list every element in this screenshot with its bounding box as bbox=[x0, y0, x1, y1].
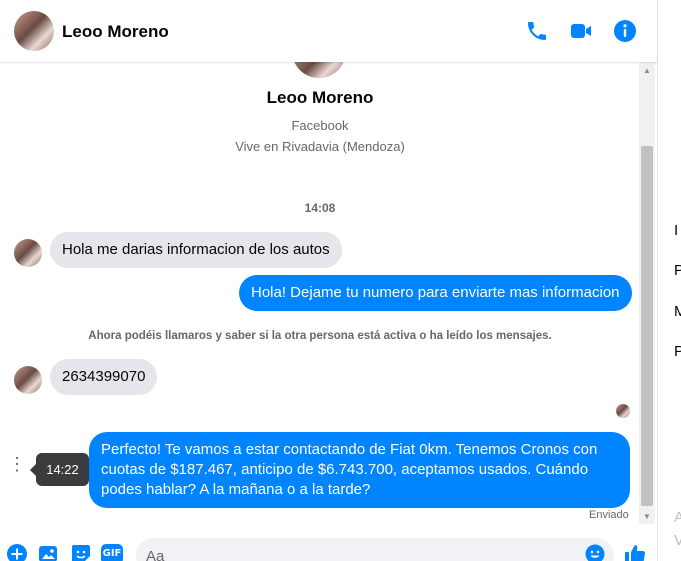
contact-name[interactable]: Leoo Moreno bbox=[62, 22, 169, 42]
phone-icon[interactable] bbox=[525, 19, 549, 43]
message-bubble-incoming[interactable]: Hola me darias informacion de los autos bbox=[50, 232, 342, 268]
chat-header: Leoo Moreno bbox=[0, 0, 657, 62]
message-bubble-outgoing[interactable]: Perfecto! Te vamos a estar contactando d… bbox=[89, 432, 630, 508]
message-bubble-outgoing[interactable]: Hola! Dejame tu numero para enviarte mas… bbox=[239, 275, 632, 311]
message-list[interactable]: Leoo Moreno Facebook Vive en Rivadavia (… bbox=[0, 62, 657, 530]
seen-indicator-avatar bbox=[616, 404, 630, 418]
sender-avatar bbox=[14, 366, 42, 394]
message-status: Enviado bbox=[589, 509, 629, 521]
sender-avatar bbox=[14, 239, 42, 267]
emoji-icon[interactable] bbox=[585, 544, 605, 561]
message-bubble-incoming[interactable]: 2634399070 bbox=[50, 359, 158, 395]
profile-name: Leoo Moreno bbox=[266, 88, 374, 107]
right-panel-item: A bbox=[674, 509, 681, 526]
like-icon[interactable] bbox=[624, 543, 646, 561]
video-call-icon[interactable] bbox=[569, 19, 593, 43]
message-input[interactable] bbox=[136, 538, 614, 561]
message-composer: GIF bbox=[0, 530, 657, 561]
more-options-icon[interactable]: ⋮ bbox=[8, 455, 26, 479]
right-panel-item[interactable]: P bbox=[674, 262, 681, 279]
photo-icon[interactable] bbox=[38, 543, 60, 561]
right-panel-item[interactable]: M bbox=[674, 303, 681, 320]
profile-location: Vive en Rivadavia (Mendoza) bbox=[235, 139, 405, 154]
time-tooltip: 14:22 bbox=[30, 453, 89, 486]
right-panel-item[interactable]: I bbox=[674, 222, 678, 239]
right-panel-item: V bbox=[674, 532, 681, 549]
profile-platform: Facebook bbox=[291, 118, 349, 133]
scroll-up-arrow[interactable]: ▲ bbox=[639, 66, 655, 76]
right-panel-item[interactable]: P bbox=[674, 343, 681, 360]
chat-window: Leoo Moreno Leoo Moreno Facebook Vive en… bbox=[0, 0, 657, 561]
profile-avatar bbox=[292, 62, 346, 78]
gif-icon[interactable]: GIF bbox=[101, 544, 123, 561]
contact-avatar[interactable] bbox=[14, 11, 54, 51]
scrollbar-thumb[interactable] bbox=[641, 146, 653, 506]
info-icon[interactable] bbox=[613, 19, 637, 43]
call-notice: Ahora podéis llamaros y saber si la otra… bbox=[88, 330, 552, 342]
plus-icon[interactable] bbox=[6, 543, 28, 561]
scroll-down-arrow[interactable]: ▼ bbox=[639, 512, 655, 522]
sticker-icon[interactable] bbox=[70, 543, 92, 561]
panel-divider bbox=[657, 0, 658, 561]
scrollbar[interactable]: ▲ ▼ bbox=[639, 62, 655, 524]
message-timestamp: 14:08 bbox=[304, 201, 336, 215]
